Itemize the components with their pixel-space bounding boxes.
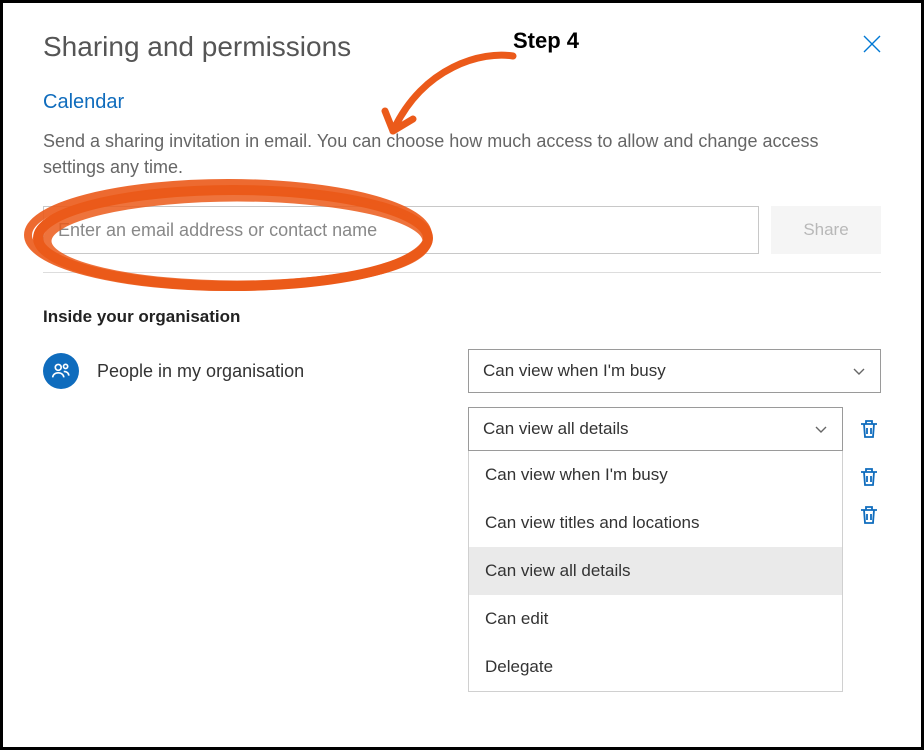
permission-dropdown-menu: Can view when I'm busy Can view titles a… [468, 451, 843, 692]
calendar-description: Send a sharing invitation in email. You … [43, 128, 881, 180]
permission-entity: People in my organisation [43, 353, 468, 389]
email-input[interactable] [43, 206, 759, 254]
permission-row-org: People in my organisation Can view when … [43, 349, 881, 393]
delete-button[interactable] [857, 417, 881, 441]
trash-icon [867, 428, 871, 434]
close-icon [863, 35, 881, 53]
delete-button[interactable] [857, 503, 881, 527]
permission-row-details: Can view all details Can view when I'm b… [43, 407, 881, 451]
chevron-down-icon [814, 422, 828, 436]
menu-option-delegate[interactable]: Delegate [469, 643, 842, 691]
avatar [43, 353, 79, 389]
dropdown-value: Can view when I'm busy [483, 361, 666, 381]
dropdown-value: Can view all details [483, 419, 629, 439]
sharing-permissions-panel: Sharing and permissions Calendar Send a … [3, 3, 921, 581]
close-button[interactable] [863, 33, 881, 59]
entity-label: People in my organisation [97, 361, 304, 382]
menu-option-busy[interactable]: Can view when I'm busy [469, 451, 842, 499]
share-button[interactable]: Share [771, 206, 881, 254]
trash-icon [867, 476, 871, 482]
annotation-step-label: Step 4 [513, 28, 579, 54]
permission-dropdown-busy[interactable]: Can view when I'm busy [468, 349, 881, 393]
page-title: Sharing and permissions [43, 31, 881, 63]
section-divider [43, 272, 881, 273]
inside-org-heading: Inside your organisation [43, 307, 881, 327]
calendar-section-title: Calendar [43, 91, 881, 114]
people-icon [50, 360, 72, 382]
trash-icon [867, 514, 871, 520]
share-row: Share [43, 206, 881, 254]
menu-option-titles[interactable]: Can view titles and locations [469, 499, 842, 547]
delete-button[interactable] [857, 465, 881, 489]
menu-option-edit[interactable]: Can edit [469, 595, 842, 643]
menu-option-all-details[interactable]: Can view all details [469, 547, 842, 595]
chevron-down-icon [852, 364, 866, 378]
permission-dropdown-details[interactable]: Can view all details [468, 407, 843, 451]
